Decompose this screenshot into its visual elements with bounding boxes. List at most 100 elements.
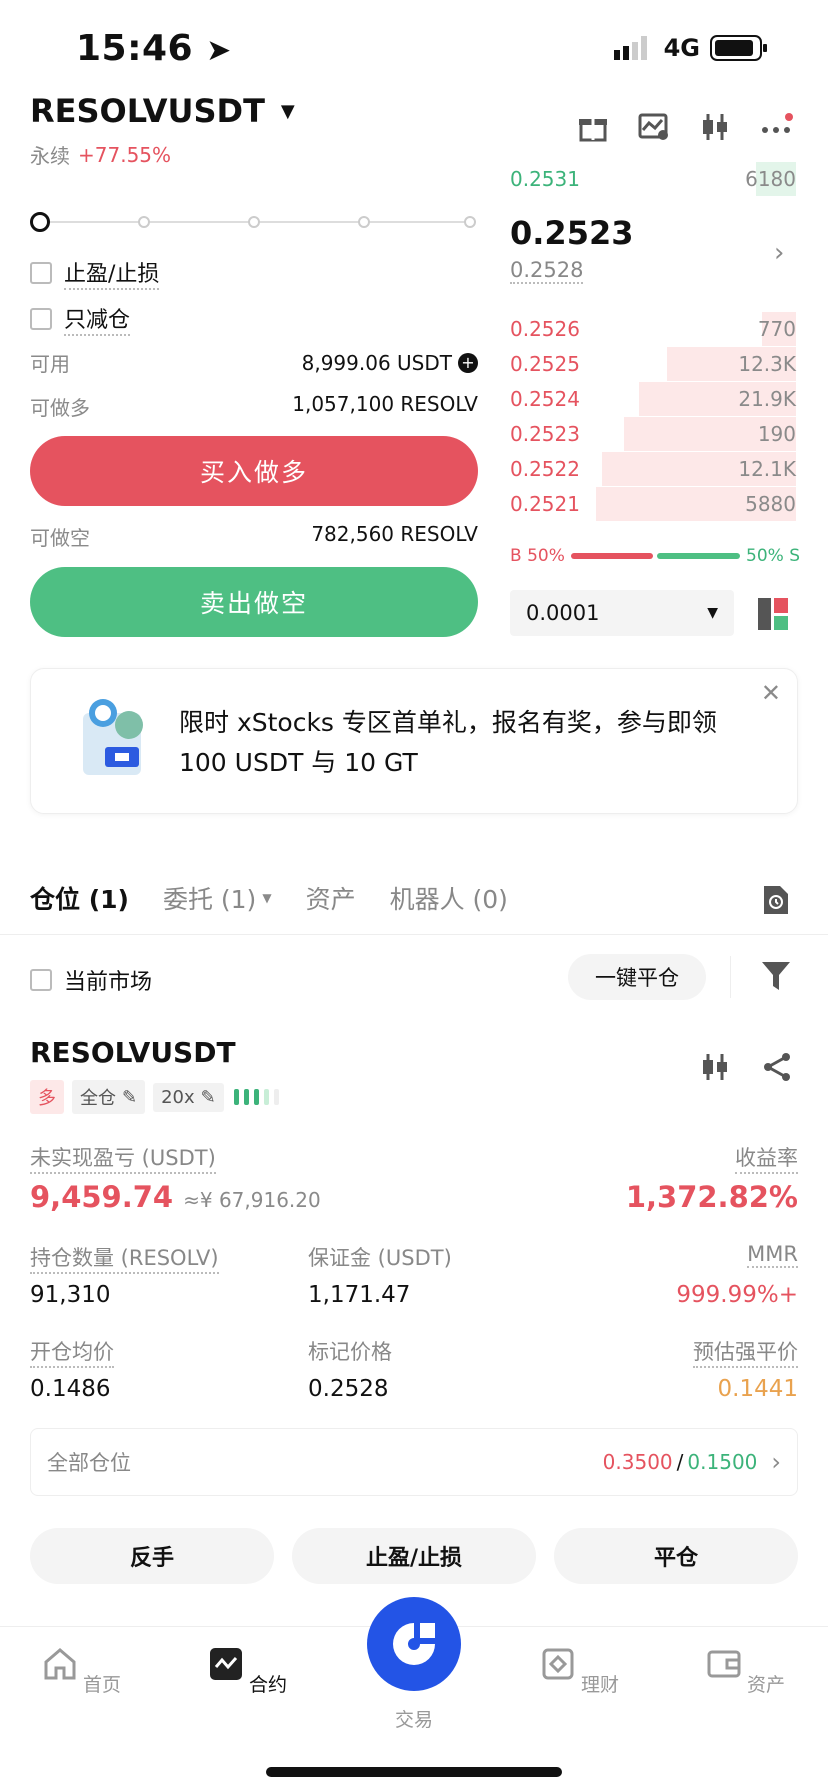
promo-text: 限时 xStocks 专区首单礼，报名有奖，参与即领 100 USDT 与 10… — [179, 703, 717, 783]
gift-icon[interactable] — [578, 112, 608, 142]
buy-long-button[interactable]: 买入做多 — [30, 436, 478, 506]
entry-value: 0.1486 — [30, 1376, 111, 1402]
chevron-down-icon: ▼ — [280, 100, 295, 122]
tpsl-button[interactable]: 止盈/止损 — [292, 1528, 536, 1584]
history-icon[interactable] — [762, 884, 790, 916]
tpsl-checkbox-row[interactable]: 止盈/止损 — [30, 256, 160, 290]
can-short-label: 可做空 — [30, 526, 90, 550]
slash-separator: / — [676, 1450, 684, 1474]
reverse-button[interactable]: 反手 — [30, 1528, 274, 1584]
bid-size: 770 — [757, 317, 796, 341]
more-icon[interactable] — [760, 112, 794, 142]
orderbook-bid-row[interactable]: 0.2524 21.9K — [510, 382, 796, 416]
position-pair: RESOLVUSDT — [30, 1036, 236, 1069]
caret-down-icon: ▼ — [707, 605, 718, 621]
current-market-label: 当前市场 — [64, 970, 153, 995]
reduce-only-label: 只减仓 — [64, 302, 131, 336]
available-label: 可用 — [30, 352, 70, 376]
nav-trade[interactable]: 交易 — [354, 1597, 474, 1732]
mark-price[interactable]: 0.2528 — [510, 258, 584, 284]
can-short-value: 782,560 RESOLV — [311, 522, 478, 546]
slider-step[interactable] — [248, 216, 260, 228]
edit-icon: ✎ — [122, 1086, 138, 1108]
tab-assets[interactable]: 资产 — [306, 880, 356, 916]
precision-value: 0.0001 — [526, 601, 600, 625]
candlestick-icon[interactable] — [700, 1052, 730, 1082]
add-funds-icon[interactable]: + — [458, 352, 478, 373]
edit-icon: ✎ — [200, 1086, 216, 1108]
all-positions-label: 全部仓位 — [47, 1451, 131, 1475]
can-long-label: 可做多 — [30, 396, 90, 420]
ask-size: 6180 — [745, 167, 796, 191]
bid-size: 5880 — [745, 492, 796, 516]
trade-fab[interactable] — [367, 1597, 461, 1691]
close-all-button[interactable]: 一键平仓 — [568, 954, 706, 1000]
close-icon[interactable]: ✕ — [761, 679, 781, 707]
roe-value: 1,372.82% — [625, 1180, 798, 1214]
header-actions — [578, 112, 794, 142]
layout-toggle-icon[interactable] — [758, 598, 788, 630]
chart-settings-icon[interactable] — [638, 112, 670, 142]
tab-positions[interactable]: 仓位 (1) — [30, 880, 129, 916]
current-market-checkbox[interactable] — [30, 969, 52, 991]
nav-assets-label: 资产 — [747, 1674, 786, 1696]
tab-bots[interactable]: 机器人 (0) — [390, 880, 508, 916]
chevron-right-icon[interactable]: › — [774, 238, 784, 268]
available-row: 可用 8,999.06 USDT + — [30, 348, 478, 377]
risk-level-icon — [233, 1089, 279, 1105]
available-value: 8,999.06 USDT — [301, 350, 452, 375]
leverage-slider[interactable] — [30, 212, 478, 232]
slider-handle[interactable] — [30, 212, 50, 232]
share-icon[interactable] — [762, 1052, 792, 1082]
slider-step[interactable] — [464, 216, 476, 228]
nav-assets[interactable]: 资产 — [686, 1647, 806, 1697]
size-value: 91,310 — [30, 1282, 111, 1308]
tab-orders-label: 委托 (1) — [162, 885, 257, 914]
orderbook-bid-row[interactable]: 0.2521 5880 — [510, 487, 796, 521]
bid-price: 0.2521 — [510, 492, 580, 516]
pair-selector[interactable]: RESOLVUSDT ▼ — [30, 92, 295, 130]
orderbook-bid-row[interactable]: 0.2523 190 — [510, 417, 796, 451]
close-position-button[interactable]: 平仓 — [554, 1528, 798, 1584]
reduce-only-row[interactable]: 只减仓 — [30, 302, 131, 336]
promo-banner[interactable]: 限时 xStocks 专区首单礼，报名有奖，参与即领 100 USDT 与 10… — [30, 668, 798, 814]
precision-select[interactable]: 0.0001 ▼ — [510, 590, 734, 636]
promo-illustration-icon — [83, 699, 143, 775]
nav-futures[interactable]: 合约 — [188, 1647, 308, 1697]
slider-step[interactable] — [138, 216, 150, 228]
nav-finance[interactable]: 理财 — [520, 1647, 640, 1697]
all-positions-tpsl[interactable]: 全部仓位 0.3500 / 0.1500 › — [30, 1428, 798, 1496]
bid-price: 0.2522 — [510, 457, 580, 481]
can-short-row: 可做空 782,560 RESOLV — [30, 522, 478, 551]
orderbook-bid-row[interactable]: 0.2522 12.1K — [510, 452, 796, 486]
orderbook-top-ask[interactable]: 0.2531 6180 — [510, 162, 796, 196]
bid-price: 0.2525 — [510, 352, 580, 376]
bottom-nav: 首页 合约 交易 理财 资产 — [0, 1597, 828, 1792]
wallet-icon — [707, 1650, 741, 1678]
mark-label: 标记价格 — [308, 1340, 392, 1364]
margin-label: 保证金 (USDT) — [308, 1246, 452, 1270]
nav-home[interactable]: 首页 — [22, 1647, 142, 1697]
filter-icon[interactable] — [762, 962, 790, 992]
tp-value: 0.3500 — [602, 1450, 673, 1474]
home-icon — [44, 1648, 76, 1680]
current-market-filter[interactable]: 当前市场 — [30, 964, 152, 996]
bid-size: 12.3K — [738, 352, 796, 376]
network-label: 4G — [663, 34, 700, 62]
promo-line-2: 100 USDT 与 10 GT — [179, 748, 418, 777]
roe-label: 收益率 — [735, 1142, 798, 1174]
sell-short-button[interactable]: 卖出做空 — [30, 567, 478, 637]
tpsl-checkbox[interactable] — [30, 262, 52, 284]
contract-type: 永续 — [30, 144, 70, 168]
slider-step[interactable] — [358, 216, 370, 228]
candlestick-icon[interactable] — [700, 112, 730, 142]
margin-mode-tag[interactable]: 全仓 ✎ — [72, 1080, 146, 1114]
orderbook-bid-row[interactable]: 0.2525 12.3K — [510, 347, 796, 381]
price-change: +77.55% — [78, 142, 172, 167]
orderbook-bid-row[interactable]: 0.2526 770 — [510, 312, 796, 346]
reduce-only-checkbox[interactable] — [30, 308, 52, 330]
mmr-value: 999.99%+ — [676, 1282, 798, 1308]
leverage-tag[interactable]: 20x ✎ — [153, 1082, 224, 1112]
tab-orders[interactable]: 委托 (1) ▼ — [163, 880, 272, 916]
bid-price: 0.2526 — [510, 317, 580, 341]
